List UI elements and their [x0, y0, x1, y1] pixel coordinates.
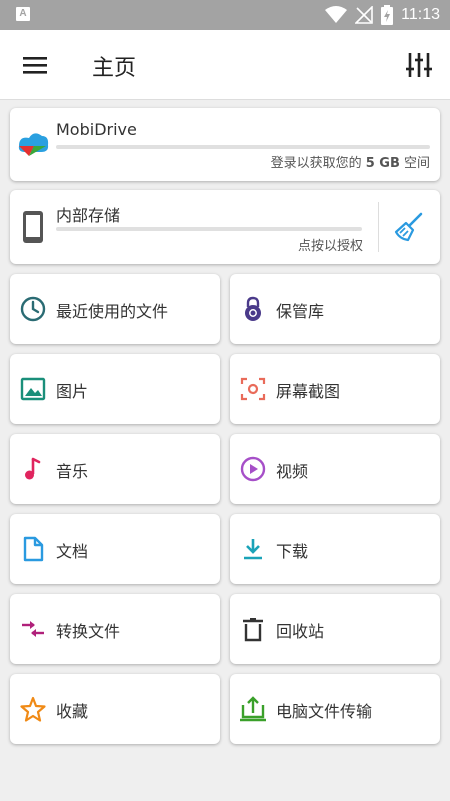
internal-storage-card[interactable]: 内部存储 点按以授权 — [10, 190, 440, 264]
tile-image[interactable]: 图片 — [10, 354, 220, 424]
tile-document[interactable]: 文档 — [10, 514, 220, 584]
tile-clock[interactable]: 最近使用的文件 — [10, 274, 220, 344]
tile-label: 视频 — [276, 462, 309, 481]
video-icon — [240, 456, 266, 482]
star-icon — [20, 696, 46, 722]
mobidrive-subtitle-prefix: 登录以获取您的 — [270, 156, 366, 171]
tile-label: 保管库 — [276, 302, 325, 321]
tile-music[interactable]: 音乐 — [10, 434, 220, 504]
mobidrive-subtitle-suffix: 空间 — [399, 156, 430, 171]
clock-time: 11:13 — [401, 6, 440, 23]
notification-badge-icon: A — [16, 7, 30, 21]
pc-transfer-icon — [240, 696, 266, 722]
tile-convert[interactable]: 转换文件 — [10, 594, 220, 664]
no-signal-icon — [355, 6, 373, 24]
mobidrive-subtitle-size: 5 GB — [365, 156, 400, 171]
mobidrive-name: MobiDrive — [56, 120, 137, 139]
tile-label: 最近使用的文件 — [56, 302, 169, 321]
tile-label: 音乐 — [56, 462, 89, 481]
storage-name: 内部存储 — [56, 206, 121, 225]
mobidrive-card[interactable]: MobiDrive 登录以获取您的 5 GB 空间 — [10, 108, 440, 181]
phone-icon — [23, 211, 43, 243]
mobidrive-usage-bar — [56, 145, 430, 149]
wifi-icon — [325, 6, 348, 23]
tile-download[interactable]: 下载 — [230, 514, 440, 584]
image-icon — [20, 376, 46, 402]
tile-label: 文档 — [56, 542, 89, 561]
document-icon — [20, 536, 46, 562]
tile-video[interactable]: 视频 — [230, 434, 440, 504]
mobidrive-subtitle: 登录以获取您的 5 GB 空间 — [271, 152, 430, 171]
clock-icon — [20, 296, 46, 322]
status-bar: A 11:13 — [0, 0, 450, 30]
lock-icon — [240, 296, 266, 322]
tile-label: 回收站 — [276, 622, 325, 641]
mobidrive-logo-icon — [18, 133, 49, 156]
tile-label: 转换文件 — [56, 622, 121, 641]
clean-broom-icon[interactable] — [394, 212, 424, 242]
download-icon — [240, 536, 266, 562]
tile-pc-transfer[interactable]: 电脑文件传输 — [230, 674, 440, 744]
page-title: 主页 — [92, 56, 137, 81]
app-bar: 主页 — [0, 30, 450, 100]
screenshot-icon — [240, 376, 266, 402]
trash-icon — [240, 616, 266, 642]
storage-usage-bar — [56, 227, 362, 231]
music-icon — [20, 456, 46, 482]
filter-settings-icon[interactable] — [406, 51, 432, 79]
battery-icon — [381, 5, 394, 25]
tile-label: 图片 — [56, 382, 89, 401]
convert-icon — [20, 616, 46, 642]
tile-screenshot[interactable]: 屏幕截图 — [230, 354, 440, 424]
tile-lock[interactable]: 保管库 — [230, 274, 440, 344]
tile-label: 下载 — [276, 542, 309, 561]
tile-star[interactable]: 收藏 — [10, 674, 220, 744]
tile-label: 屏幕截图 — [276, 382, 341, 401]
tile-label: 收藏 — [56, 702, 89, 721]
storage-subtitle: 点按以授权 — [297, 239, 363, 254]
menu-icon[interactable] — [22, 54, 48, 76]
tile-label: 电脑文件传输 — [276, 702, 373, 721]
tile-trash[interactable]: 回收站 — [230, 594, 440, 664]
divider — [378, 202, 379, 252]
